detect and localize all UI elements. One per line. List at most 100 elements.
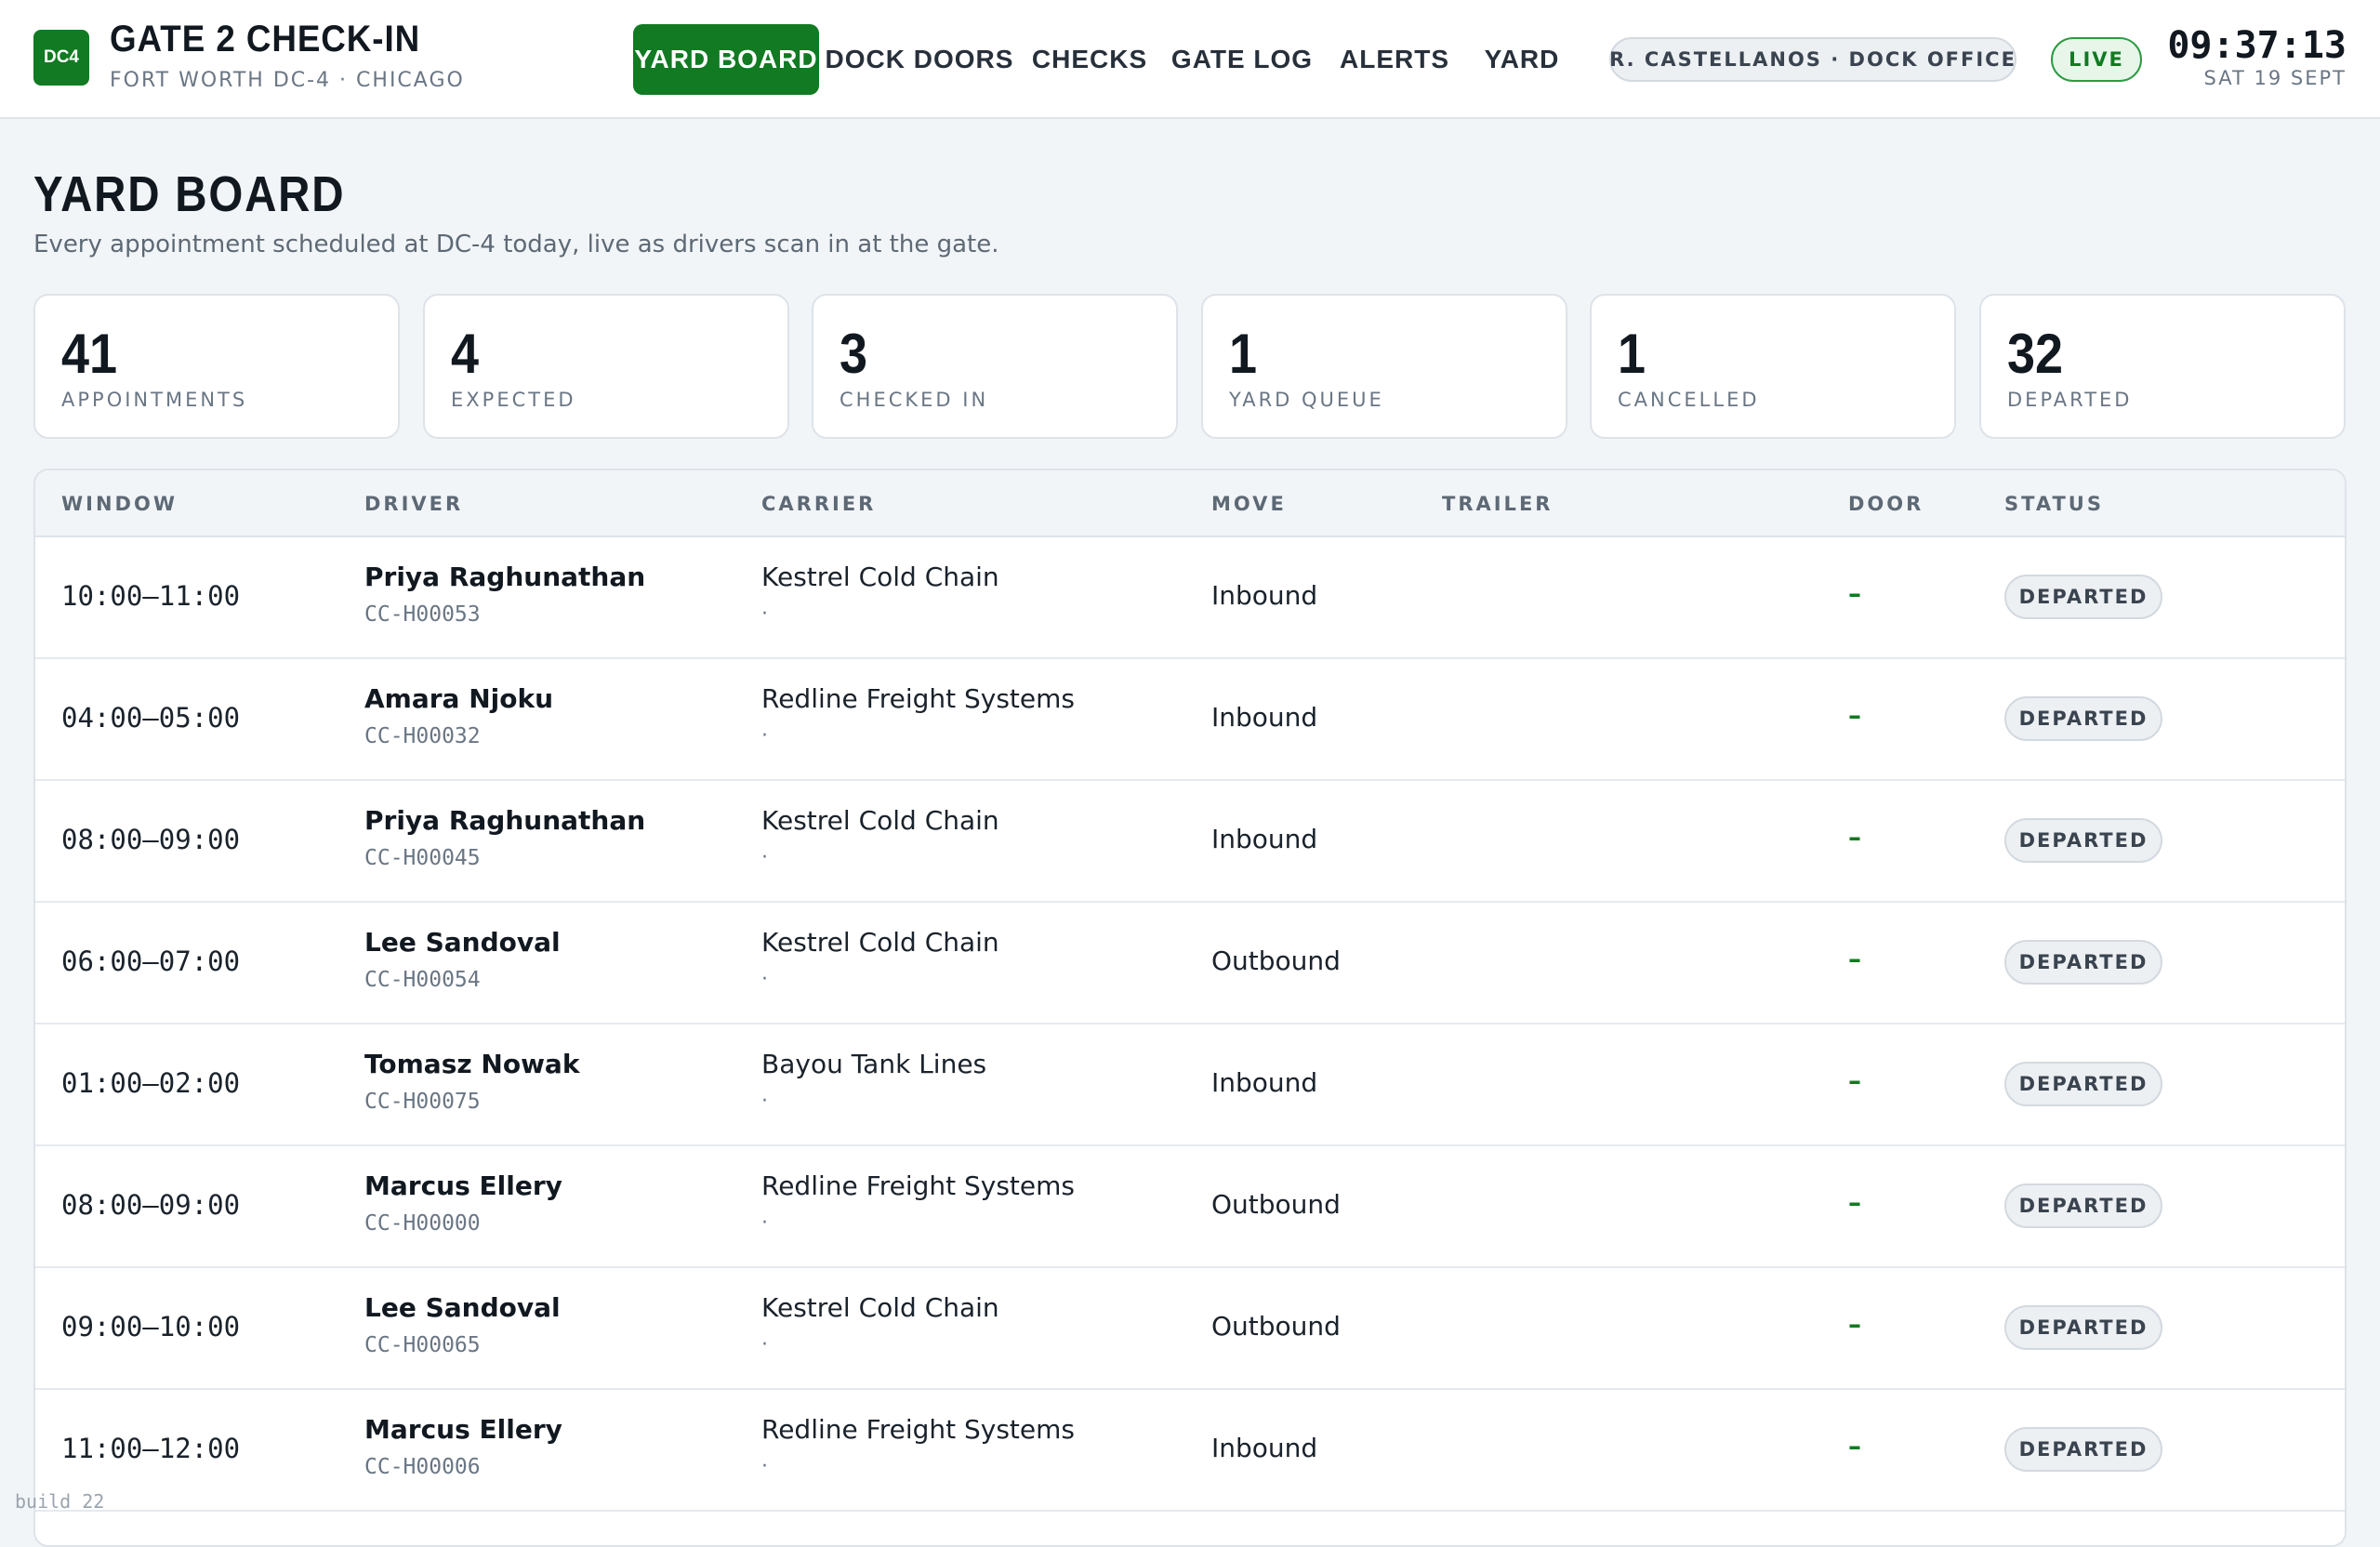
stat-card-appointments: 41 APPOINTMENTS <box>33 294 400 439</box>
stat-card-cancelled: 1 CANCELLED <box>1590 294 1956 439</box>
appointments-table: WINDOW DRIVER CARRIER MOVE TRAILER DOOR … <box>33 469 2347 1547</box>
driver-id: CC-H00045 <box>364 846 481 870</box>
nav-dock-doors[interactable]: DOCK DOORS <box>826 24 1013 95</box>
driver-name: Priya Raghunathan <box>364 562 646 592</box>
app-title: GATE 2 CHECK-IN <box>110 19 421 60</box>
status-badge: DEPARTED <box>2004 1305 2162 1350</box>
clock-date: SAT 19 SEPT <box>2203 67 2347 89</box>
nav-alerts[interactable]: ALERTS <box>1337 24 1452 95</box>
driver-name: Tomasz Nowak <box>364 1049 580 1079</box>
carrier-name: Bayou Tank Lines <box>761 1049 987 1079</box>
status-badge: DEPARTED <box>2004 1183 2162 1228</box>
nav-checks[interactable]: CHECKS <box>1032 24 1147 95</box>
move-cell: Outbound <box>1211 945 1341 976</box>
live-badge: LIVE <box>2051 37 2142 82</box>
build-tag: build 22 <box>15 1490 105 1513</box>
table-row[interactable]: 08:00–09:00 Marcus Ellery CC-H00000 Redl… <box>35 1146 2345 1268</box>
table-row[interactable]: 01:00–02:00 Tomasz Nowak CC-H00075 Bayou… <box>35 1025 2345 1146</box>
page-title: YARD BOARD <box>33 166 346 222</box>
driver-id: CC-H00053 <box>364 602 481 627</box>
table-row[interactable]: 11:00–12:00 Marcus Ellery CC-H00006 Redl… <box>35 1390 2345 1512</box>
move-cell: Outbound <box>1211 1311 1341 1342</box>
carrier-detail: · <box>761 1211 768 1235</box>
status-badge: DEPARTED <box>2004 818 2162 863</box>
driver-name: Amara Njoku <box>364 683 554 714</box>
driver-id: CC-H00065 <box>364 1333 481 1357</box>
column-header-status[interactable]: STATUS <box>2004 493 2104 515</box>
table-row[interactable]: 10:00–11:00 Priya Raghunathan CC-H00053 … <box>35 537 2345 659</box>
window-cell: 10:00–11:00 <box>61 580 241 612</box>
clock-time: 09:37:13 <box>2167 24 2347 67</box>
carrier-name: Redline Freight Systems <box>761 1170 1075 1201</box>
stat-label: CHECKED IN <box>840 389 989 411</box>
status-badge: DEPARTED <box>2004 940 2162 985</box>
column-header-move[interactable]: MOVE <box>1211 493 1287 515</box>
user-badge[interactable]: R. CASTELLANOS · DOCK OFFICE <box>1609 37 2016 82</box>
window-cell: 11:00–12:00 <box>61 1433 241 1464</box>
move-cell: Inbound <box>1211 1067 1318 1098</box>
door-cell: – <box>1848 1309 1861 1340</box>
move-cell: Inbound <box>1211 702 1318 733</box>
driver-id: CC-H00006 <box>364 1455 481 1479</box>
door-cell: – <box>1848 578 1861 609</box>
stat-value: 4 <box>451 323 480 385</box>
column-header-door[interactable]: DOOR <box>1848 493 1924 515</box>
nav-yard-board[interactable]: YARD BOARD <box>633 24 819 95</box>
window-cell: 08:00–09:00 <box>61 1189 241 1221</box>
carrier-name: Kestrel Cold Chain <box>761 927 999 958</box>
window-cell: 01:00–02:00 <box>61 1067 241 1099</box>
move-cell: Inbound <box>1211 1433 1318 1463</box>
column-header-carrier[interactable]: CARRIER <box>761 493 876 515</box>
stat-label: YARD QUEUE <box>1229 389 1384 411</box>
column-header-window[interactable]: WINDOW <box>61 493 178 515</box>
driver-name: Priya Raghunathan <box>364 805 646 836</box>
driver-id: CC-H00032 <box>364 724 481 748</box>
column-header-trailer[interactable]: TRAILER <box>1442 493 1553 515</box>
move-cell: Inbound <box>1211 824 1318 854</box>
status-badge: DEPARTED <box>2004 1062 2162 1106</box>
stat-label: DEPARTED <box>2007 389 2133 411</box>
stat-card-expected: 4 EXPECTED <box>423 294 789 439</box>
stat-label: APPOINTMENTS <box>61 389 248 411</box>
app-subtitle: FORT WORTH DC-4 · CHICAGO <box>110 69 465 92</box>
driver-name: Lee Sandoval <box>364 1292 561 1323</box>
stat-label: EXPECTED <box>451 389 576 411</box>
column-header-driver[interactable]: DRIVER <box>364 493 463 515</box>
door-cell: – <box>1848 822 1861 853</box>
table-row[interactable]: 08:00–09:00 Priya Raghunathan CC-H00045 … <box>35 781 2345 903</box>
carrier-name: Kestrel Cold Chain <box>761 1292 999 1323</box>
driver-id: CC-H00075 <box>364 1090 481 1114</box>
table-row[interactable]: 04:00–05:00 Amara Njoku CC-H00032 Redlin… <box>35 659 2345 781</box>
top-bar: DC4 GATE 2 CHECK-IN FORT WORTH DC-4 · CH… <box>0 0 2380 119</box>
carrier-name: Kestrel Cold Chain <box>761 805 999 836</box>
table-header: WINDOW DRIVER CARRIER MOVE TRAILER DOOR … <box>35 470 2345 537</box>
stat-card-departed: 32 DEPARTED <box>1979 294 2346 439</box>
carrier-name: Redline Freight Systems <box>761 683 1075 714</box>
table-row[interactable]: 06:00–07:00 Lee Sandoval CC-H00054 Kestr… <box>35 903 2345 1025</box>
nav-yard[interactable]: YARD <box>1480 24 1564 95</box>
driver-id: CC-H00000 <box>364 1211 481 1236</box>
status-badge: DEPARTED <box>2004 575 2162 619</box>
driver-name: Marcus Ellery <box>364 1414 562 1445</box>
dc4-logo: DC4 <box>33 30 89 86</box>
page-subtitle: Every appointment scheduled at DC-4 toda… <box>33 231 999 258</box>
stat-card-checked-in: 3 CHECKED IN <box>812 294 1178 439</box>
carrier-detail: · <box>761 602 768 626</box>
carrier-detail: · <box>761 1090 768 1113</box>
status-badge: DEPARTED <box>2004 696 2162 741</box>
stat-value: 1 <box>1229 323 1258 385</box>
driver-id: CC-H00054 <box>364 968 481 992</box>
driver-name: Marcus Ellery <box>364 1170 562 1201</box>
door-cell: – <box>1848 700 1861 731</box>
stat-value: 1 <box>1618 323 1646 385</box>
door-cell: – <box>1848 1431 1861 1461</box>
table-row[interactable]: 09:00–10:00 Lee Sandoval CC-H00065 Kestr… <box>35 1268 2345 1390</box>
nav-gate-log[interactable]: GATE LOG <box>1171 24 1312 95</box>
window-cell: 09:00–10:00 <box>61 1311 241 1342</box>
move-cell: Inbound <box>1211 580 1318 611</box>
carrier-detail: · <box>761 1455 768 1478</box>
stat-label: CANCELLED <box>1618 389 1760 411</box>
move-cell: Outbound <box>1211 1189 1341 1220</box>
carrier-detail: · <box>761 724 768 747</box>
window-cell: 04:00–05:00 <box>61 702 241 734</box>
